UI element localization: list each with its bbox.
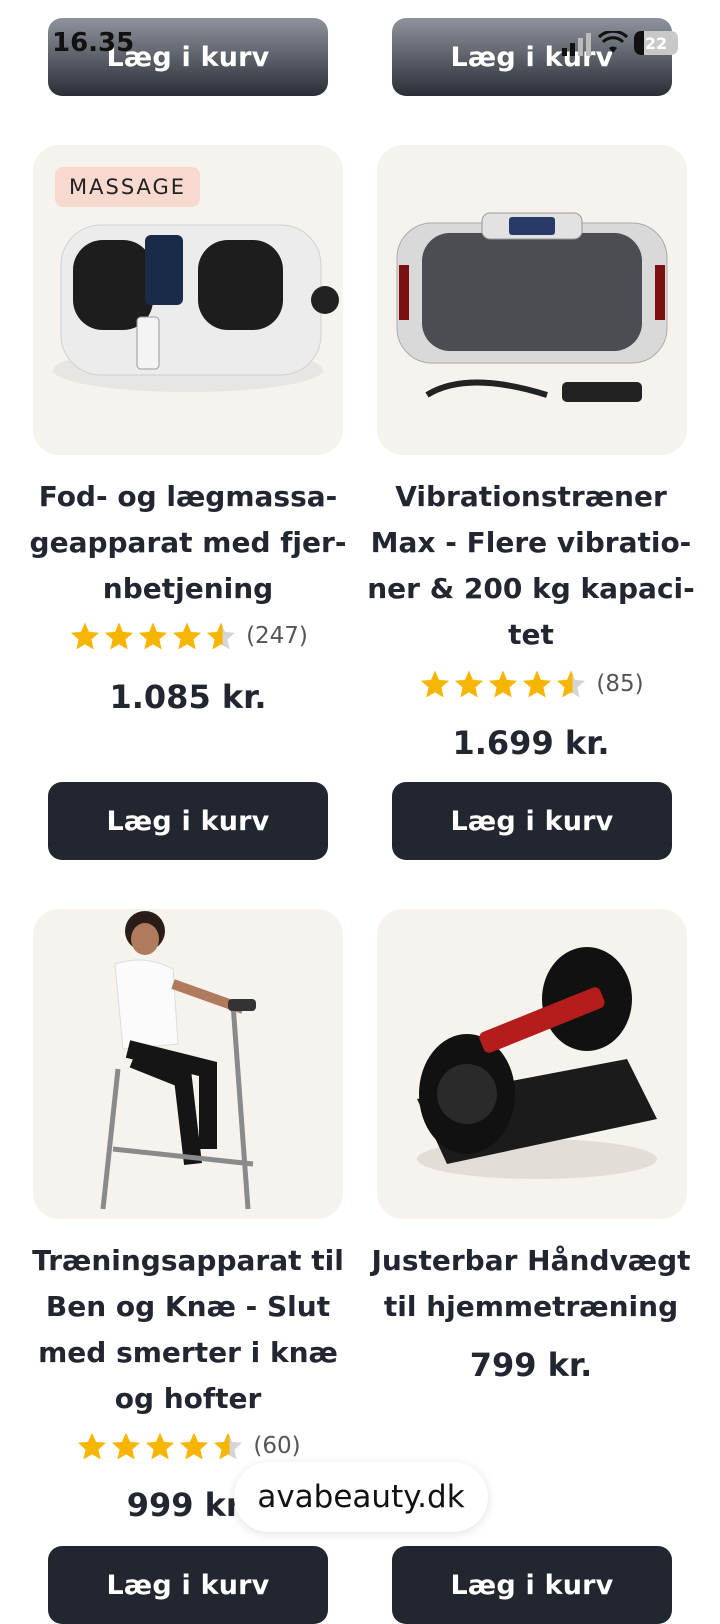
product-image-vibration-trainer[interactable]: [377, 145, 687, 455]
product-rating-1: (247): [23, 616, 353, 656]
star-icon: [455, 670, 484, 698]
product-price-2: 1.699 kr.: [452, 724, 610, 762]
product-image-adjustable-dumbbell[interactable]: [377, 909, 687, 1219]
url-bar[interactable]: avabeauty.dk: [234, 1462, 488, 1532]
half-star-icon: [557, 670, 586, 698]
half-star-icon: [207, 622, 236, 650]
star-icon: [78, 1432, 107, 1460]
review-count: (85): [596, 671, 644, 697]
product-title-foot-massager[interactable]: Fod- og lægmassa- geapparat med fjer- nb…: [23, 474, 353, 612]
add-to-cart-button-2[interactable]: Læg i kurv: [392, 782, 672, 860]
signal-icon: [562, 33, 591, 56]
product-rating-2: (85): [366, 664, 696, 704]
half-star-icon: [214, 1432, 243, 1460]
battery-level: 22: [644, 33, 668, 53]
product-image-foot-massager[interactable]: MASSAGE: [33, 145, 343, 455]
star-icon: [139, 622, 168, 650]
star-icon: [105, 622, 134, 650]
add-to-cart-button-1[interactable]: Læg i kurv: [48, 782, 328, 860]
star-icon: [112, 1432, 141, 1460]
product-price-1: 1.085 kr.: [109, 678, 267, 716]
product-price-4: 799 kr.: [469, 1346, 593, 1384]
star-icon: [180, 1432, 209, 1460]
category-badge: MASSAGE: [55, 167, 201, 207]
add-to-cart-button-3[interactable]: Læg i kurv: [48, 1546, 328, 1624]
product-title-leg-knee-trainer[interactable]: Træningsapparat til Ben og Knæ - Slut me…: [23, 1238, 353, 1422]
star-icon: [489, 670, 518, 698]
star-icon: [71, 622, 100, 650]
add-to-cart-button-4[interactable]: Læg i kurv: [392, 1546, 672, 1624]
product-rating-3: (60): [23, 1426, 353, 1466]
status-time: 16.35: [52, 28, 135, 58]
status-icons: 22: [560, 30, 678, 56]
battery-icon: 22: [634, 31, 678, 55]
product-image-leg-knee-trainer[interactable]: [33, 909, 343, 1219]
review-count: (60): [253, 1433, 301, 1459]
star-icon: [146, 1432, 175, 1460]
star-icon: [523, 670, 552, 698]
wifi-icon: [598, 31, 628, 53]
star-icon: [173, 622, 202, 650]
product-title-adjustable-dumbbell[interactable]: Justerbar Håndvægt til hjemmetræning: [366, 1238, 696, 1330]
product-title-vibration-trainer[interactable]: Vibrationstræner Max - Flere vibratio- n…: [366, 474, 696, 658]
star-icon: [421, 670, 450, 698]
review-count: (247): [246, 623, 308, 649]
